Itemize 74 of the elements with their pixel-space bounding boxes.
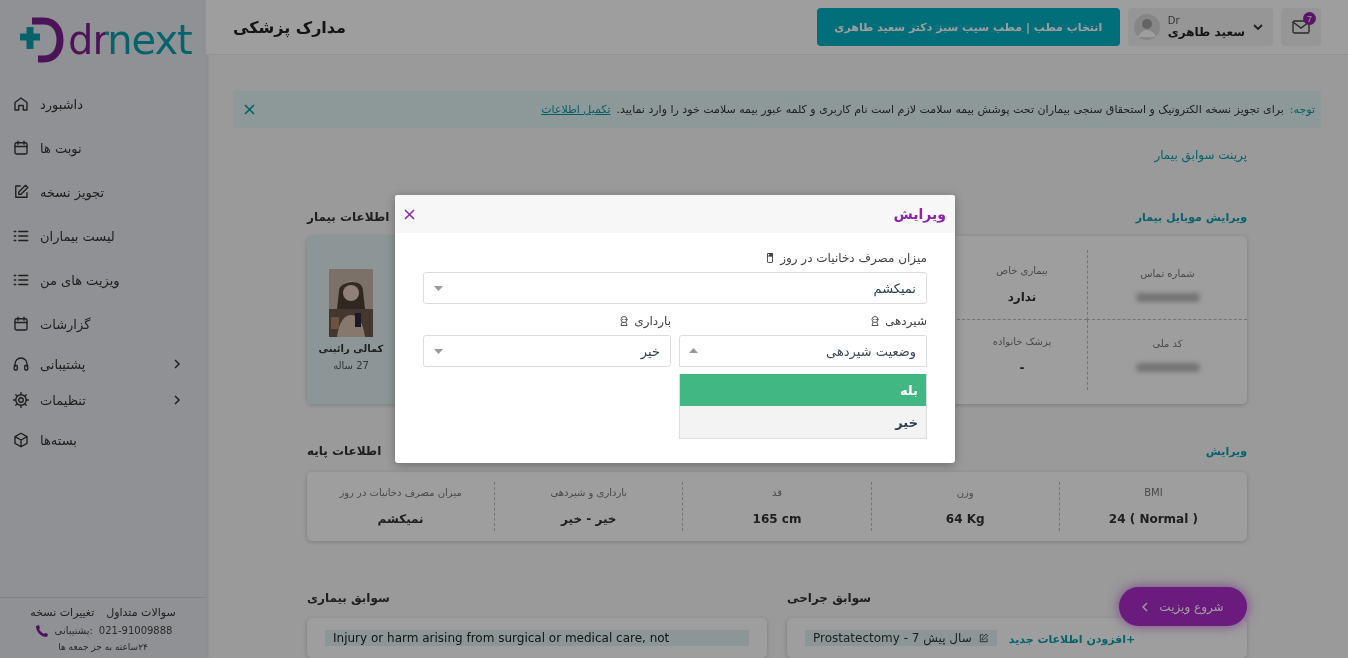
patient-name: کمالی رائینی: [318, 343, 384, 354]
box-icon: [12, 431, 30, 449]
dropdown-option[interactable]: خیر: [680, 406, 926, 438]
baby-icon: [869, 315, 881, 327]
select-field[interactable]: نمیکشم: [423, 272, 927, 304]
field-label: BMI: [1144, 487, 1163, 498]
field-label: میزان مصرف دخانیات در روز: [339, 487, 462, 498]
caret-down-icon: [434, 284, 443, 292]
footer-link[interactable]: تغییرات نسخه: [30, 606, 95, 619]
field-label: بیماری خاص: [996, 265, 1048, 276]
field-label: شیردهی: [885, 314, 927, 328]
mail-button[interactable]: 7: [1281, 8, 1321, 46]
field-value: 165 cm: [752, 512, 802, 526]
select-field[interactable]: خیر: [423, 335, 671, 367]
start-visit-button[interactable]: شروع ویزیت: [1119, 587, 1247, 626]
sidebar-item[interactable]: پشتیبانی: [0, 346, 194, 382]
logo-mark-icon: [18, 17, 64, 63]
field-label: پزشک خانواده: [992, 335, 1052, 347]
edit-icon: [12, 183, 30, 201]
baby-icon: [618, 315, 631, 327]
close-icon[interactable]: [404, 208, 415, 220]
chevron-icon: [1142, 601, 1150, 612]
calendar-icon: [12, 139, 30, 157]
sidebar-item[interactable]: گزارشات: [0, 302, 194, 346]
mail-icon: [1292, 20, 1310, 34]
sidebar-item[interactable]: تنظیمات: [0, 382, 194, 418]
field-label: قد: [772, 487, 782, 498]
user-name: سعید طاهری: [1167, 25, 1245, 40]
field-label: وزن: [956, 487, 974, 498]
disease-entry: Injury or harm arising from surgical or medical care, not: [325, 630, 749, 646]
field-label: بارداری: [634, 314, 671, 328]
field-label: شماره تماس: [1140, 267, 1195, 279]
field-label: میزان مصرف دخانیات در روز: [780, 251, 927, 265]
section-title: سوابق جراحی: [787, 591, 871, 605]
sidebar-item[interactable]: لیست بیماران: [0, 214, 194, 258]
sidebar-item[interactable]: داشبورد: [0, 82, 194, 126]
field-value: خیر - خیر: [561, 512, 617, 526]
footer-link[interactable]: سوالات متداول: [106, 606, 176, 619]
sidebar-item[interactable]: بسته‌ها: [0, 418, 194, 462]
field-value: 24 ( Normal ): [1108, 512, 1198, 526]
section-title: سوابق بیماری: [307, 591, 390, 605]
sidebar-item[interactable]: نوبت ها: [0, 126, 194, 170]
field-value: 64 Kg: [945, 512, 985, 526]
chip-text: Prostatectomy - 7 سال پیش: [813, 631, 972, 645]
user-title: Dr: [1167, 14, 1180, 26]
support-hours: ۲۴ساعته به جز جمعه ها: [58, 642, 148, 652]
home-icon: [12, 95, 30, 113]
phone-number: 021-91009888: [98, 625, 173, 636]
phone-label: :پشتیبانی: [54, 625, 93, 636]
field-label: کد ملی: [1152, 338, 1183, 349]
settings-icon: [12, 391, 30, 409]
field-value: نمیکشم: [377, 512, 424, 526]
edit-icon: [977, 632, 989, 644]
avatar-icon: [1133, 14, 1160, 40]
field-value: ندارد: [1007, 290, 1037, 304]
page-title: مدارک پزشکی: [233, 17, 346, 37]
section-title: اطلاعات پایه: [307, 444, 382, 458]
dialog-title: ویرایش: [893, 206, 946, 222]
notice-text: برای تجویز نسخه الکترونیک و استحقاق سنجی بیماران تحت پوشش بیمه سلامت لازم است نام کاربری و کلمه عبور بیمه سلامت خود را وارد نمایید.: [616, 103, 1284, 116]
notice-label: توجه:: [1289, 103, 1315, 116]
phone-icon: [33, 623, 49, 638]
select-field[interactable]: وضعیت شیردهی: [679, 335, 927, 367]
field-value: -: [1019, 360, 1025, 375]
caret-down-icon: [434, 347, 443, 355]
headphones-icon: [12, 355, 30, 373]
calendar-icon: [12, 315, 30, 333]
caret-up-icon: [689, 347, 698, 354]
notification-badge: 7: [1303, 12, 1316, 25]
sidebar-item[interactable]: تجویز نسخه: [0, 170, 194, 214]
sidebar-item[interactable]: ویزیت های من: [0, 258, 194, 302]
section-title: اطلاعات بیمار: [307, 210, 390, 224]
patient-age: 27 ساله: [333, 360, 369, 371]
field-label: بارداری و شیردهی: [550, 487, 628, 498]
chevron-down-icon: [1253, 23, 1263, 31]
